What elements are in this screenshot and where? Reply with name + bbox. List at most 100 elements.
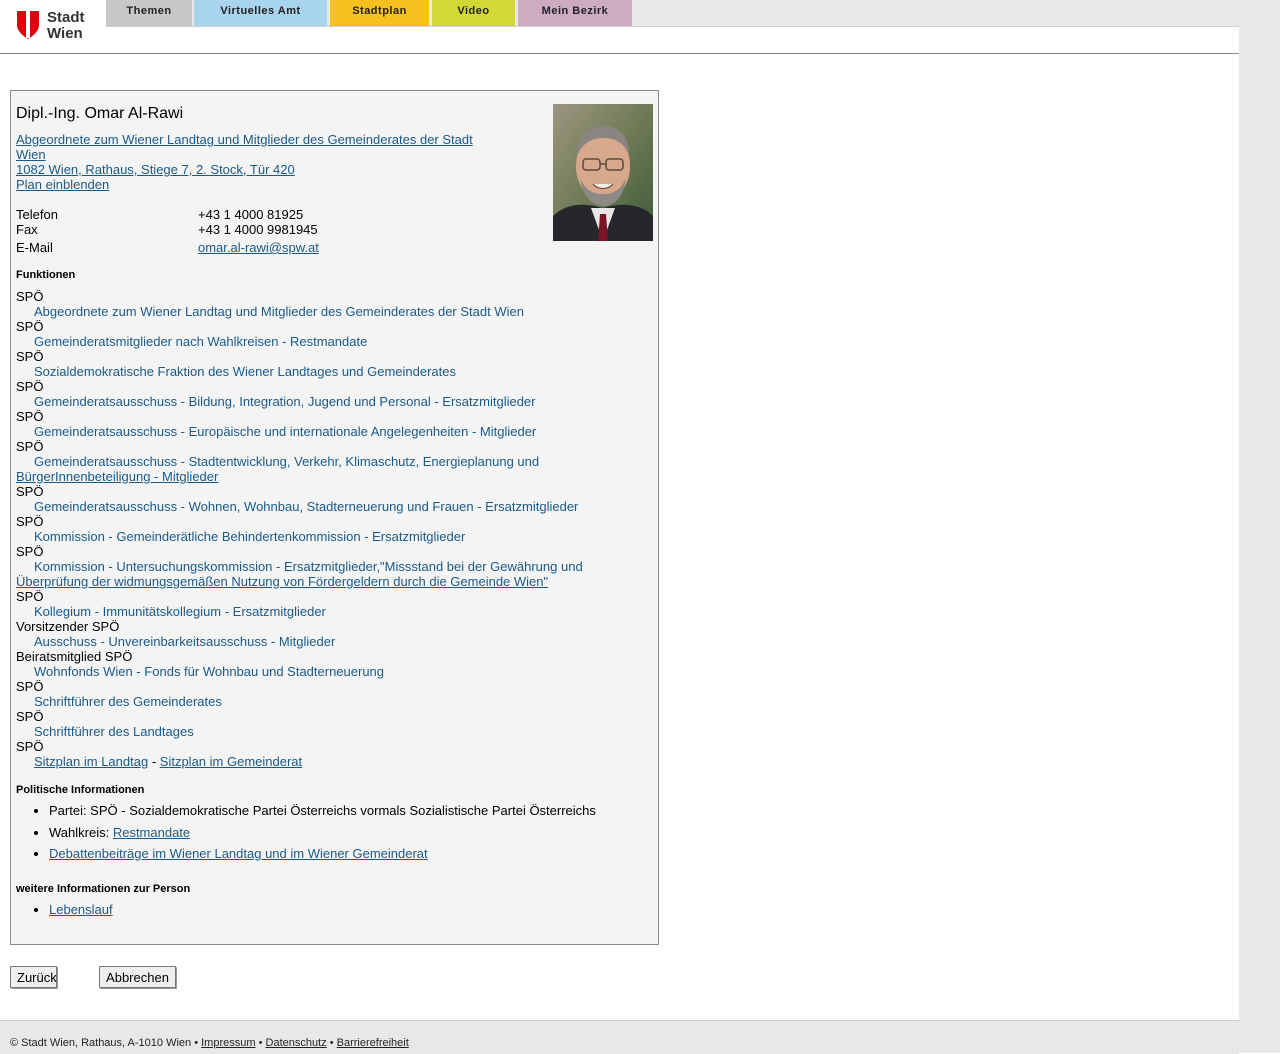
function-role: SPÖ bbox=[16, 349, 44, 364]
more-info-list: Lebenslauf bbox=[16, 902, 646, 917]
function-role: SPÖ bbox=[16, 439, 44, 454]
functions-heading: Funktionen bbox=[16, 269, 76, 281]
function-item: SPÖ Gemeinderatsausschuss - Europäische u… bbox=[16, 409, 646, 439]
function-link-wrap: Gemeinderatsausschuss - Europäische und … bbox=[16, 424, 646, 439]
function-item: SPÖ Schriftführer des Gemeinderates bbox=[16, 679, 646, 709]
seating-links: Sitzplan im Landtag - Sitzplan im Gemein… bbox=[16, 754, 646, 769]
function-link-wrap: Gemeinderatsausschuss - Wohnen, Wohnbau,… bbox=[16, 499, 646, 514]
function-link-line-1: Kollegium - Immunitätskollegium - Ersatz… bbox=[34, 604, 326, 619]
wahlkreis-link[interactable]: Restmandate bbox=[113, 825, 190, 840]
footer-separator: • bbox=[258, 1037, 263, 1049]
wahlkreis-item: Wahlkreis: Restmandate bbox=[49, 825, 646, 840]
function-item: SPÖ Kommission - Gemeinderätliche Behinde… bbox=[16, 514, 646, 544]
function-role: SPÖ bbox=[16, 379, 44, 394]
function-link[interactable]: Gemeinderatsausschuss - Bildung, Integra… bbox=[16, 394, 536, 409]
function-link-wrap: Schriftführer des Gemeinderates bbox=[16, 694, 646, 709]
nav-tab-video[interactable]: Video bbox=[432, 0, 515, 26]
function-link[interactable]: Gemeinderatsmitglieder nach Wahlkreisen … bbox=[16, 334, 367, 349]
function-link[interactable]: Sozialdemokratische Fraktion des Wiener … bbox=[16, 364, 456, 379]
function-link[interactable]: Gemeinderatsausschuss - Stadtentwicklung… bbox=[16, 454, 539, 484]
function-role: SPÖ bbox=[16, 484, 44, 499]
footer-text: © Stadt Wien, Rathaus, A-1010 Wien • Imp… bbox=[10, 1037, 409, 1049]
function-link-wrap: Kommission - Untersuchungskommission - E… bbox=[16, 559, 646, 589]
function-link-wrap: Abgeordnete zum Wiener Landtag und Mitgl… bbox=[16, 304, 646, 319]
function-role: SPÖ bbox=[16, 709, 44, 724]
back-button[interactable]: Zurück bbox=[10, 966, 57, 988]
function-link-wrap: Gemeinderatsmitglieder nach Wahlkreisen … bbox=[16, 334, 646, 349]
footer-separator: • bbox=[329, 1037, 334, 1049]
function-link[interactable]: Kollegium - Immunitätskollegium - Ersatz… bbox=[16, 604, 326, 619]
function-link-wrap: Schriftführer des Landtages bbox=[16, 724, 646, 739]
political-info-list: Partei: SPÖ - Sozialdemokratische Partei… bbox=[16, 803, 646, 861]
footer-separator: • bbox=[194, 1037, 199, 1049]
email-link[interactable]: omar.al-rawi@spw.at bbox=[198, 240, 319, 255]
function-item: SPÖ Gemeinderatsausschuss - Wohnen, Wohnb… bbox=[16, 484, 646, 514]
contact-row-email: E-Mail omar.al-rawi@spw.at bbox=[16, 240, 416, 255]
functions-list: SPÖ Abgeordnete zum Wiener Landtag und Mi… bbox=[16, 289, 646, 769]
more-info-heading: weitere Informationen zur Person bbox=[16, 883, 191, 895]
debate-item: Debattenbeiträge im Wiener Landtag und i… bbox=[49, 846, 646, 861]
nav-tab-stadtplan[interactable]: Stadtplan bbox=[330, 0, 429, 26]
contact-row-phone: Telefon +43 1 4000 81925 bbox=[16, 207, 416, 222]
org-link[interactable]: Abgeordnete zum Wiener Landtag und Mitgl… bbox=[16, 132, 473, 162]
show-map-link[interactable]: Plan einblenden bbox=[16, 177, 109, 192]
function-link-line-1: Gemeinderatsausschuss - Stadtentwicklung… bbox=[34, 454, 540, 469]
function-link[interactable]: Abgeordnete zum Wiener Landtag und Mitgl… bbox=[16, 304, 524, 319]
function-link[interactable]: Gemeinderatsausschuss - Europäische und … bbox=[16, 424, 536, 439]
person-photo bbox=[553, 104, 653, 241]
function-item: SPÖ Gemeinderatsmitglieder nach Wahlkreis… bbox=[16, 319, 646, 349]
function-role: SPÖ bbox=[16, 544, 44, 559]
function-link[interactable]: Ausschuss - Unvereinbarkeitsausschuss - … bbox=[16, 634, 335, 649]
footer-link-datenschutz[interactable]: Datenschutz bbox=[266, 1037, 327, 1049]
function-link-line-1: Gemeinderatsausschuss - Bildung, Integra… bbox=[34, 394, 536, 409]
wien-shield-icon bbox=[17, 11, 39, 39]
seating-item: SPÖ Sitzplan im Landtag - Sitzplan im Gem… bbox=[16, 739, 646, 769]
political-info: Partei: SPÖ - Sozialdemokratische Partei… bbox=[16, 803, 646, 868]
stadt-wien-logo[interactable]: Stadt Wien bbox=[14, 8, 94, 44]
nav-tab-mein-bezirk[interactable]: Mein Bezirk bbox=[518, 0, 632, 26]
function-link[interactable]: Wohnfonds Wien - Fonds für Wohnbau und S… bbox=[16, 664, 384, 679]
function-link-wrap: Kollegium - Immunitätskollegium - Ersatz… bbox=[16, 604, 646, 619]
function-item: SPÖ Gemeinderatsausschuss - Stadtentwickl… bbox=[16, 439, 646, 484]
person-profile-box: Dipl.-Ing. Omar Al-Rawi Abgeordnete zum … bbox=[10, 90, 659, 945]
function-item: SPÖ Kollegium - Immunitätskollegium - Ers… bbox=[16, 589, 646, 619]
site-footer: © Stadt Wien, Rathaus, A-1010 Wien • Imp… bbox=[0, 1020, 1239, 1054]
function-link-wrap: Gemeinderatsausschuss - Bildung, Integra… bbox=[16, 394, 646, 409]
org-link-line-1: Abgeordnete zum Wiener Landtag und Mitgl… bbox=[16, 132, 473, 147]
cancel-button[interactable]: Abbrechen bbox=[99, 966, 176, 988]
function-link-wrap: Wohnfonds Wien - Fonds für Wohnbau und S… bbox=[16, 664, 646, 679]
function-role: SPÖ bbox=[16, 319, 44, 334]
contact-label: Fax bbox=[16, 222, 38, 237]
function-link[interactable]: Kommission - Gemeinderätliche Behinderte… bbox=[16, 529, 465, 544]
function-link-line-1: Schriftführer des Landtages bbox=[34, 724, 194, 739]
function-item: Vorsitzender SPÖ Ausschuss - Unvereinbark… bbox=[16, 619, 646, 649]
function-link-line-1: Abgeordnete zum Wiener Landtag und Mitgl… bbox=[34, 304, 524, 319]
main-navigation: Themen Virtuelles Amt Stadtplan Video Me… bbox=[106, 0, 1239, 27]
function-link-line-1: Gemeinderatsausschuss - Europäische und … bbox=[34, 424, 537, 439]
contact-table: Telefon +43 1 4000 81925 Fax +43 1 4000 … bbox=[16, 207, 416, 255]
footer-link-impressum[interactable]: Impressum bbox=[201, 1037, 255, 1049]
debate-link[interactable]: Debattenbeiträge im Wiener Landtag und i… bbox=[49, 846, 428, 861]
function-role: SPÖ bbox=[16, 679, 44, 694]
function-link[interactable]: Schriftführer des Landtages bbox=[16, 724, 194, 739]
nav-tab-themen[interactable]: Themen bbox=[106, 0, 192, 26]
function-role: Beiratsmitglied SPÖ bbox=[16, 649, 133, 664]
address-link[interactable]: 1082 Wien, Rathaus, Stiege 7, 2. Stock, … bbox=[16, 162, 295, 177]
seating-plan-gemeinderat-link[interactable]: Sitzplan im Gemeinderat bbox=[160, 754, 302, 769]
function-link[interactable]: Gemeinderatsausschuss - Wohnen, Wohnbau,… bbox=[16, 499, 578, 514]
cv-link[interactable]: Lebenslauf bbox=[49, 902, 113, 917]
site-header: Stadt Wien Themen Virtuelles Amt Stadtpl… bbox=[0, 0, 1239, 54]
function-role: SPÖ bbox=[16, 589, 44, 604]
function-role: Vorsitzender SPÖ bbox=[16, 619, 120, 634]
function-link[interactable]: Kommission - Untersuchungskommission - E… bbox=[16, 559, 583, 589]
wahlkreis-label: Wahlkreis: bbox=[49, 824, 110, 840]
nav-tab-virtuelles-amt[interactable]: Virtuelles Amt bbox=[194, 0, 327, 26]
seating-plan-landtag-link[interactable]: Sitzplan im Landtag bbox=[34, 754, 148, 769]
function-role: SPÖ bbox=[16, 409, 44, 424]
cv-item: Lebenslauf bbox=[49, 902, 646, 917]
function-link[interactable]: Schriftführer des Gemeinderates bbox=[16, 694, 222, 709]
function-link-line-2: BürgerInnenbeteiligung - Mitglieder bbox=[16, 469, 219, 484]
function-link-line-1: Sozialdemokratische Fraktion des Wiener … bbox=[34, 364, 457, 379]
footer-link-barrierefreiheit[interactable]: Barrierefreiheit bbox=[337, 1037, 409, 1049]
contact-value: +43 1 4000 9981945 bbox=[198, 222, 318, 237]
